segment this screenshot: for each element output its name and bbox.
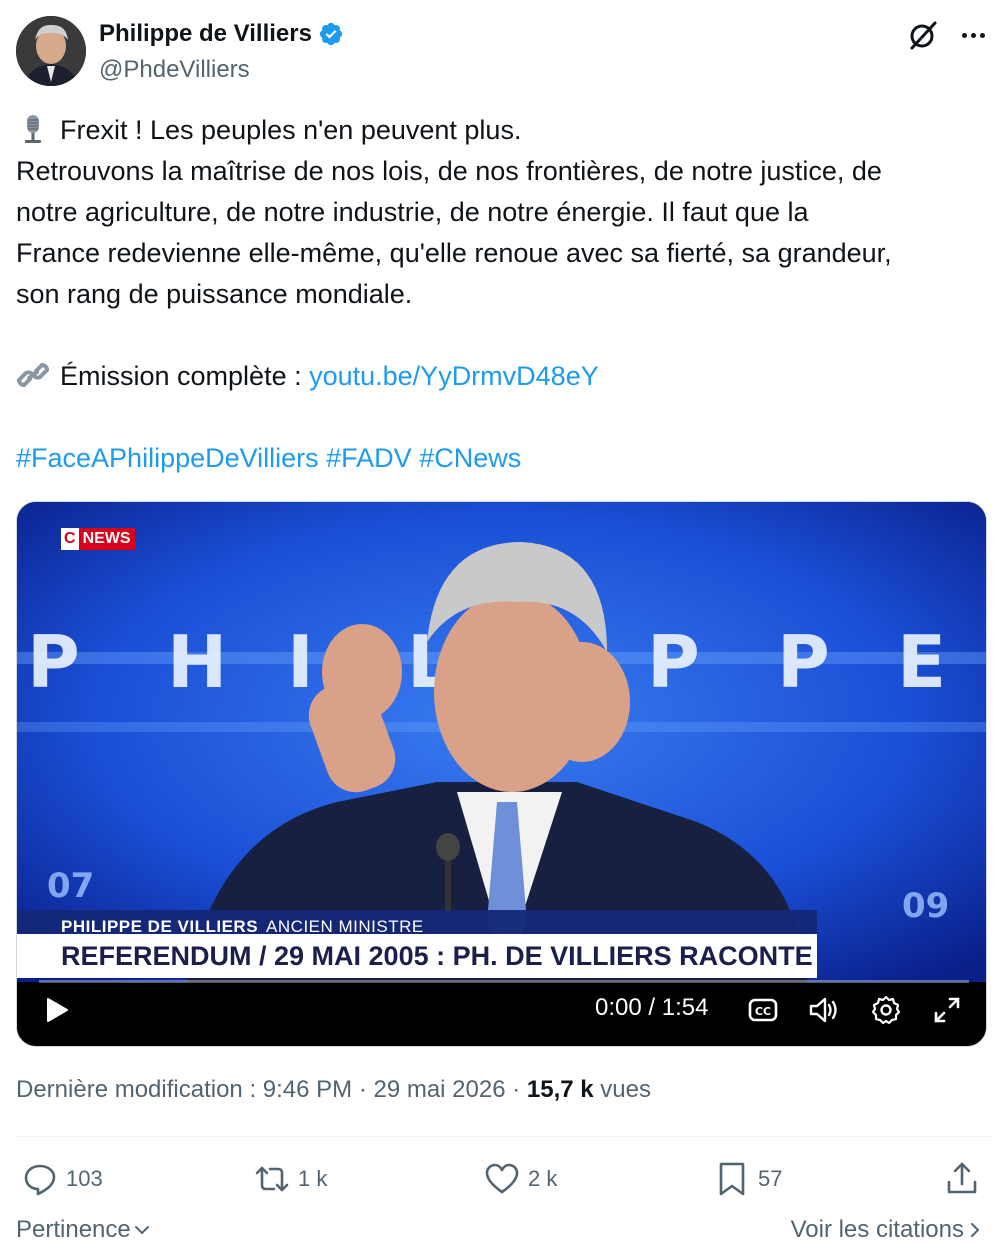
hashtags[interactable]: #FaceAPhilippeDeVilliers #FADV #CNews <box>16 438 992 479</box>
reply-icon <box>24 1164 56 1196</box>
bookmark-count: 57 <box>758 1166 783 1191</box>
fullscreen-icon[interactable] <box>931 994 963 1026</box>
tweet-text-line1: Frexit ! Les peuples n'en peuvent plus. <box>60 115 522 145</box>
heart-icon <box>485 1163 519 1194</box>
like-count: 2 k <box>528 1166 558 1191</box>
tweet-body: Frexit ! Les peuples n'en peuvent plus. … <box>16 110 992 479</box>
replies-footer: Pertinence Voir les citations <box>16 1216 992 1250</box>
play-icon[interactable] <box>45 997 69 1023</box>
views-count: 15,7 k <box>526 1076 594 1103</box>
tweet-text-line2: Retrouvons la maîtrise de nos lois, de n… <box>16 156 882 186</box>
more-options-icon[interactable] <box>958 22 988 48</box>
quotes-label: Voir les citations <box>790 1216 964 1243</box>
settings-gear-icon[interactable] <box>870 994 902 1026</box>
reply-button[interactable]: 103 <box>22 1155 103 1203</box>
name-row: Philippe de Villiers <box>99 20 344 48</box>
avatar-portrait <box>16 16 86 86</box>
backdrop-letter: P <box>27 620 80 704</box>
backdrop-letter: I <box>287 620 314 704</box>
views-label: vues <box>593 1076 652 1103</box>
divider <box>16 1136 992 1137</box>
repost-count: 1 k <box>298 1166 328 1191</box>
backdrop-letter: P <box>777 620 830 704</box>
lower-third-title: REFERENDUM / 29 MAI 2005 : PH. DE VILLIE… <box>61 941 813 971</box>
bookmark-button[interactable]: 57 <box>714 1155 782 1203</box>
chevron-right-icon <box>971 1223 980 1237</box>
action-bar: 103 1 k 2 k 57 <box>16 1155 992 1205</box>
sort-label: Pertinence <box>16 1216 131 1243</box>
tweet-text-line4: France redevienne elle-même, qu'elle ren… <box>16 238 892 268</box>
cnews-logo: C NEWS <box>61 528 135 550</box>
lower-third-title-bar: REFERENDUM / 29 MAI 2005 : PH. DE VILLIE… <box>17 934 817 978</box>
tweet-text-line5: son rang de puissance mondiale. <box>16 279 413 309</box>
microphone-icon <box>25 115 41 143</box>
captions-icon[interactable]: CC <box>747 994 779 1026</box>
emission-link[interactable]: youtu.be/YyDrmvD48eY <box>309 361 599 391</box>
tweet-header: Philippe de Villiers @PhdeVilliers <box>16 16 992 88</box>
author-handle[interactable]: @PhdeVilliers <box>99 56 250 84</box>
tweet-line: Frexit ! Les peuples n'en peuvent plus. <box>16 110 992 151</box>
video-progress-bar[interactable] <box>39 980 969 983</box>
link-icon <box>16 362 50 388</box>
svg-text:07: 07 <box>47 866 94 906</box>
view-quotes-link[interactable]: Voir les citations <box>791 1216 984 1244</box>
share-icon <box>947 1162 977 1194</box>
tweet-meta: Dernière modification : 9:46 PM · 29 mai… <box>16 1076 651 1104</box>
bookmark-icon <box>719 1162 745 1196</box>
repost-icon <box>255 1166 289 1192</box>
tweet-text-line3: notre agriculture, de notre industrie, d… <box>16 197 809 227</box>
backdrop-letter: H <box>167 620 227 704</box>
verified-badge-icon[interactable] <box>318 21 344 47</box>
volume-icon[interactable] <box>807 994 839 1026</box>
backdrop-letter: E <box>897 620 946 704</box>
grok-icon[interactable] <box>906 18 940 52</box>
emission-line: Émission complète : youtu.be/YyDrmvD48eY <box>16 356 992 397</box>
reply-count: 103 <box>66 1166 103 1191</box>
emission-label: Émission complète : <box>60 361 310 391</box>
video-time: 0:00 / 1:54 <box>595 994 709 1021</box>
video-controls <box>17 982 986 1046</box>
share-button[interactable] <box>944 1155 980 1203</box>
video-player[interactable]: PHILIPPE 07 09 CNEWS PHILIPPE DE VILLIER… <box>16 501 987 1047</box>
repost-button[interactable]: 1 k <box>254 1155 327 1203</box>
svg-text:CC: CC <box>755 1005 771 1018</box>
timestamp[interactable]: Dernière modification : 9:46 PM · 29 mai… <box>16 1076 527 1103</box>
avatar[interactable] <box>16 16 86 86</box>
chevron-down-icon <box>134 1226 149 1235</box>
sort-dropdown[interactable]: Pertinence <box>16 1216 151 1244</box>
backdrop-letter: P <box>647 620 700 704</box>
display-name[interactable]: Philippe de Villiers <box>99 20 312 48</box>
like-button[interactable]: 2 k <box>484 1155 557 1203</box>
svg-text:09: 09 <box>902 886 949 926</box>
